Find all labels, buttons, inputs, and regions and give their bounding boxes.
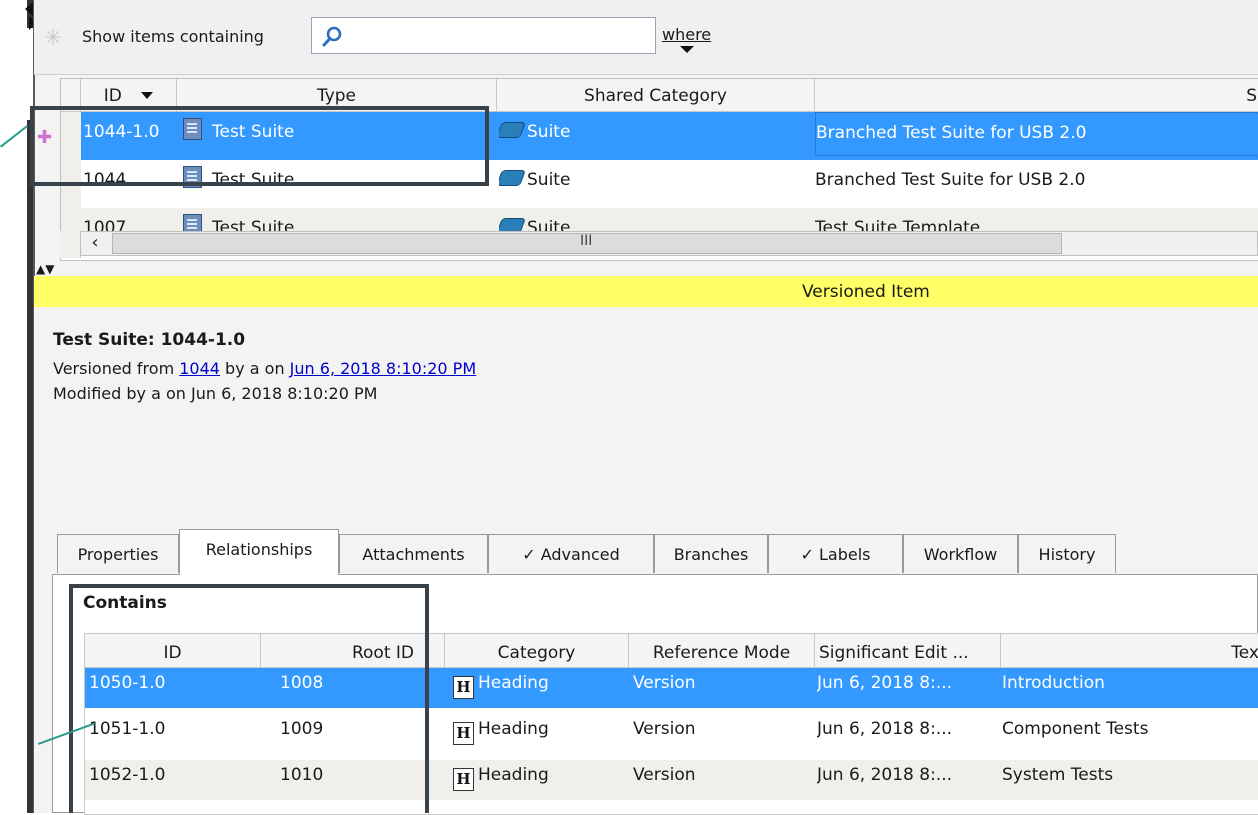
row-significant-edit: Jun 6, 2018 8:... — [817, 719, 953, 739]
tab-attachments[interactable]: Attachments — [339, 534, 488, 573]
row-reference-mode: Version — [633, 719, 696, 739]
table-row[interactable]: 1051-1.0 1009 H Heading Version Jun 6, 20… — [85, 714, 1258, 754]
contains-heading: Contains — [83, 593, 167, 613]
branch-plus-icon: ✚ — [37, 127, 53, 148]
contains-table[interactable]: ID Root ID Category Reference Mode Signi… — [84, 633, 1258, 815]
search-icon — [322, 26, 342, 47]
split-pane-arrows-icon[interactable]: ▲▼ — [36, 262, 54, 276]
tab-branches[interactable]: Branches — [654, 534, 768, 573]
row-reference-mode: Version — [633, 765, 696, 785]
row-id: 1044-1.0 — [83, 122, 160, 142]
tab-history[interactable]: History — [1018, 534, 1116, 573]
sort-desc-icon — [141, 92, 154, 99]
row-root-id: 1010 — [280, 765, 324, 785]
search-input[interactable] — [311, 17, 656, 54]
heading-icon: H — [453, 676, 474, 699]
where-dropdown-arrow-icon[interactable] — [680, 46, 694, 53]
column-header-id[interactable]: ID — [81, 79, 177, 111]
suite-category-icon — [499, 122, 526, 138]
tab-labels[interactable]: ✓ Labels — [768, 534, 903, 573]
row-header — [61, 112, 81, 160]
table-row[interactable]: 1044-1.0 Test Suite Suite Branched Test … — [61, 112, 1258, 160]
row-header — [61, 160, 81, 209]
where-dropdown[interactable]: where — [662, 25, 711, 44]
column-header-root-id[interactable]: Root ID — [261, 634, 445, 667]
source-item-link[interactable]: 1044 — [179, 359, 220, 378]
tab-properties[interactable]: Properties — [57, 534, 179, 573]
scroll-corner — [60, 231, 81, 258]
row-text: System Tests — [1002, 765, 1114, 785]
row-reference-mode: Version — [633, 673, 696, 693]
table-row[interactable]: 1044 Test Suite Suite Branched Test Suit… — [61, 160, 1258, 209]
table-row[interactable]: 1050-1.0 1008 H Heading Version Jun 6, 20… — [85, 668, 1258, 708]
row-root-id: 1008 — [280, 673, 324, 693]
heading-icon: H — [453, 722, 474, 745]
grid-header: ID Type Shared Category S — [61, 79, 1258, 112]
table-row[interactable]: 1052-1.0 1010 H Heading Version Jun 6, 20… — [85, 760, 1258, 800]
column-header-summary[interactable]: S — [815, 79, 1258, 111]
collapse-left-arrow-icon[interactable] — [25, 2, 33, 16]
scrollbar-grip: III — [580, 233, 593, 249]
row-significant-edit: Jun 6, 2018 8:... — [817, 765, 953, 785]
row-id: 1050-1.0 — [89, 673, 166, 693]
versioned-item-banner — [34, 276, 1258, 307]
row-id: 1044 — [83, 170, 127, 190]
contains-header: ID Root ID Category Reference Mode Signi… — [85, 634, 1258, 668]
banner-text: Versioned Item — [802, 282, 930, 302]
column-header-significant-edit[interactable]: Significant Edit ... — [815, 634, 1001, 667]
row-text: Introduction — [1002, 673, 1105, 693]
column-header-category[interactable]: Category — [445, 634, 629, 667]
suite-category-icon — [499, 170, 526, 186]
column-header-type[interactable]: Type — [177, 79, 497, 111]
row-text: Component Tests — [1002, 719, 1149, 739]
tab-workflow[interactable]: Workflow — [903, 534, 1018, 573]
column-header-text[interactable]: Tex — [1001, 634, 1258, 667]
row-id: 1051-1.0 — [89, 719, 166, 739]
version-date-link[interactable]: Jun 6, 2018 8:10:20 PM — [290, 359, 476, 378]
modified-line: Modified by a on Jun 6, 2018 8:10:20 PM — [53, 384, 378, 403]
tab-relationships[interactable]: Relationships — [179, 529, 339, 575]
column-header-reference-mode[interactable]: Reference Mode — [629, 634, 815, 667]
tab-advanced[interactable]: ✓ Advanced — [488, 534, 654, 573]
row-id: 1052-1.0 — [89, 765, 166, 785]
column-header-shared-category[interactable]: Shared Category — [497, 79, 815, 111]
versioned-from-line: Versioned from 1044 by a on Jun 6, 2018 … — [53, 359, 477, 378]
row-root-id: 1009 — [280, 719, 324, 739]
column-header-id[interactable]: ID — [85, 634, 261, 667]
row-header-corner — [61, 79, 81, 111]
heading-icon: H — [453, 768, 474, 791]
row-summary: Branched Test Suite for USB 2.0 — [815, 170, 1086, 190]
scroll-left-arrow-icon[interactable]: ‹ — [84, 232, 106, 253]
test-suite-icon — [183, 166, 202, 188]
row-significant-edit: Jun 6, 2018 8:... — [817, 673, 953, 693]
row-summary: Branched Test Suite for USB 2.0 — [815, 112, 1258, 156]
loading-spinner-icon: ✳ — [44, 26, 63, 51]
test-suite-icon — [183, 118, 202, 140]
item-title: Test Suite: 1044-1.0 — [53, 330, 246, 350]
show-items-label: Show items containing — [82, 27, 264, 46]
